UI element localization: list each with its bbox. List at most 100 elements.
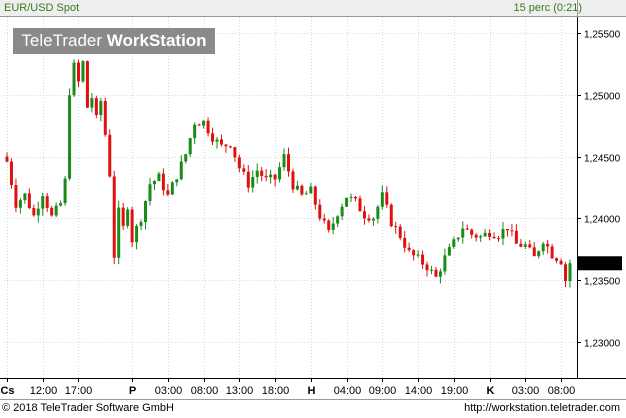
candle-body: [541, 243, 545, 252]
candle-body: [179, 161, 183, 180]
candle-body: [523, 244, 527, 247]
candle-body: [403, 237, 407, 248]
candle-body: [309, 186, 313, 194]
candle-body: [304, 193, 308, 195]
candle-body: [336, 216, 340, 224]
symbol-label[interactable]: EUR/USD Spot: [4, 0, 79, 16]
candle-body: [18, 200, 22, 208]
candle-body: [550, 246, 554, 259]
candle-body: [349, 196, 353, 198]
candle-body: [278, 167, 282, 180]
candle-body: [157, 173, 161, 182]
interval-label[interactable]: 15 perc (0:21): [514, 0, 582, 16]
x-tick-label: H: [308, 385, 316, 397]
x-tick-label: K: [487, 385, 495, 397]
candle-body: [528, 244, 532, 248]
candle-body: [237, 157, 241, 169]
candle-body: [421, 254, 425, 265]
candle-body: [251, 177, 255, 188]
chart-panel[interactable]: 1,25500 1,25000 1,24500 1,24000 1,23500 1,230…: [0, 0, 626, 418]
x-tick-label: Cs: [0, 385, 14, 397]
candle-body: [407, 247, 411, 251]
candle-body: [246, 171, 250, 188]
candle-body: [488, 232, 492, 237]
candle-body: [465, 228, 469, 230]
candle-body: [447, 246, 451, 256]
candle-body: [443, 255, 447, 272]
x-tick-label: 03:00: [512, 385, 540, 397]
candle-body: [376, 206, 380, 219]
candle-body: [394, 226, 398, 228]
axes: [0, 0, 626, 400]
candle-body: [497, 238, 501, 240]
candle-body: [41, 196, 45, 209]
candle-body: [121, 207, 125, 226]
candle-body: [479, 236, 483, 238]
candle-body: [255, 170, 259, 178]
x-tick-label: 19:00: [441, 385, 469, 397]
x-tick-label: 03:00: [155, 385, 183, 397]
candle-body: [161, 173, 165, 191]
candle-body: [425, 264, 429, 271]
x-tick-label: P: [129, 385, 136, 397]
candle-body: [76, 62, 80, 82]
candle-body: [228, 146, 232, 148]
candle-body: [5, 156, 9, 162]
candle-body: [380, 192, 384, 207]
candle-body: [219, 139, 223, 145]
candle-body: [291, 171, 295, 190]
candle-body: [23, 193, 27, 201]
y-tick-label: 1,25000: [584, 92, 621, 103]
candle-body: [99, 101, 103, 116]
candle-body: [50, 207, 54, 216]
candle-body: [126, 209, 130, 226]
candle-body: [546, 243, 550, 247]
candle-body: [193, 124, 197, 139]
candle-body: [505, 229, 509, 231]
candle-body: [184, 154, 188, 162]
y-tick-label: 1,24000: [584, 215, 621, 226]
candle-body: [85, 61, 89, 108]
x-tick-label: 08:00: [548, 385, 576, 397]
candle-body: [224, 144, 228, 147]
candle-body: [197, 124, 201, 126]
candle-body: [354, 196, 358, 199]
candle-body: [170, 182, 174, 195]
candle-body: [461, 228, 465, 238]
candle-body: [166, 190, 170, 195]
x-tick-label: 08:00: [191, 385, 219, 397]
candle-body: [327, 220, 331, 230]
candle-body: [519, 243, 523, 247]
candle-body: [438, 271, 442, 277]
candle-body: [90, 98, 94, 108]
candle-body: [295, 185, 299, 190]
y-tick-label: 1,23500: [584, 277, 621, 288]
x-tick-label: 14:00: [405, 385, 433, 397]
x-axis-ticks: Cs 12:00 17:00 P 03:00 08:00 13:00 18:00 H 04:00 0…: [0, 378, 575, 397]
candle-body: [568, 263, 572, 282]
candle-body: [206, 120, 210, 134]
candles: [5, 59, 572, 288]
website-link[interactable]: http://workstation.teletrader.com: [464, 401, 620, 415]
candle-body: [282, 154, 286, 168]
candle-body: [148, 184, 152, 202]
x-tick-label: 18:00: [262, 385, 290, 397]
candle-body: [9, 161, 13, 186]
candle-body: [103, 101, 107, 135]
candle-body: [135, 225, 139, 243]
y-tick-label: 1,23000: [584, 339, 621, 350]
candle-body: [260, 170, 264, 176]
candle-body: [108, 134, 112, 177]
candle-body: [362, 211, 366, 219]
y-tick-label: 1,25500: [584, 30, 621, 41]
candle-body: [264, 175, 268, 178]
candle-body: [68, 95, 72, 179]
last-value-marker: 1,23637: [578, 256, 622, 271]
candle-body: [510, 230, 514, 232]
candle-body: [54, 205, 58, 216]
candle-body: [474, 234, 478, 238]
candle-body: [313, 186, 317, 205]
price-chart[interactable]: 1,25500 1,25000 1,24500 1,24000 1,23500 1,230…: [0, 0, 626, 418]
candle-body: [273, 174, 277, 180]
candle-body: [340, 206, 344, 217]
